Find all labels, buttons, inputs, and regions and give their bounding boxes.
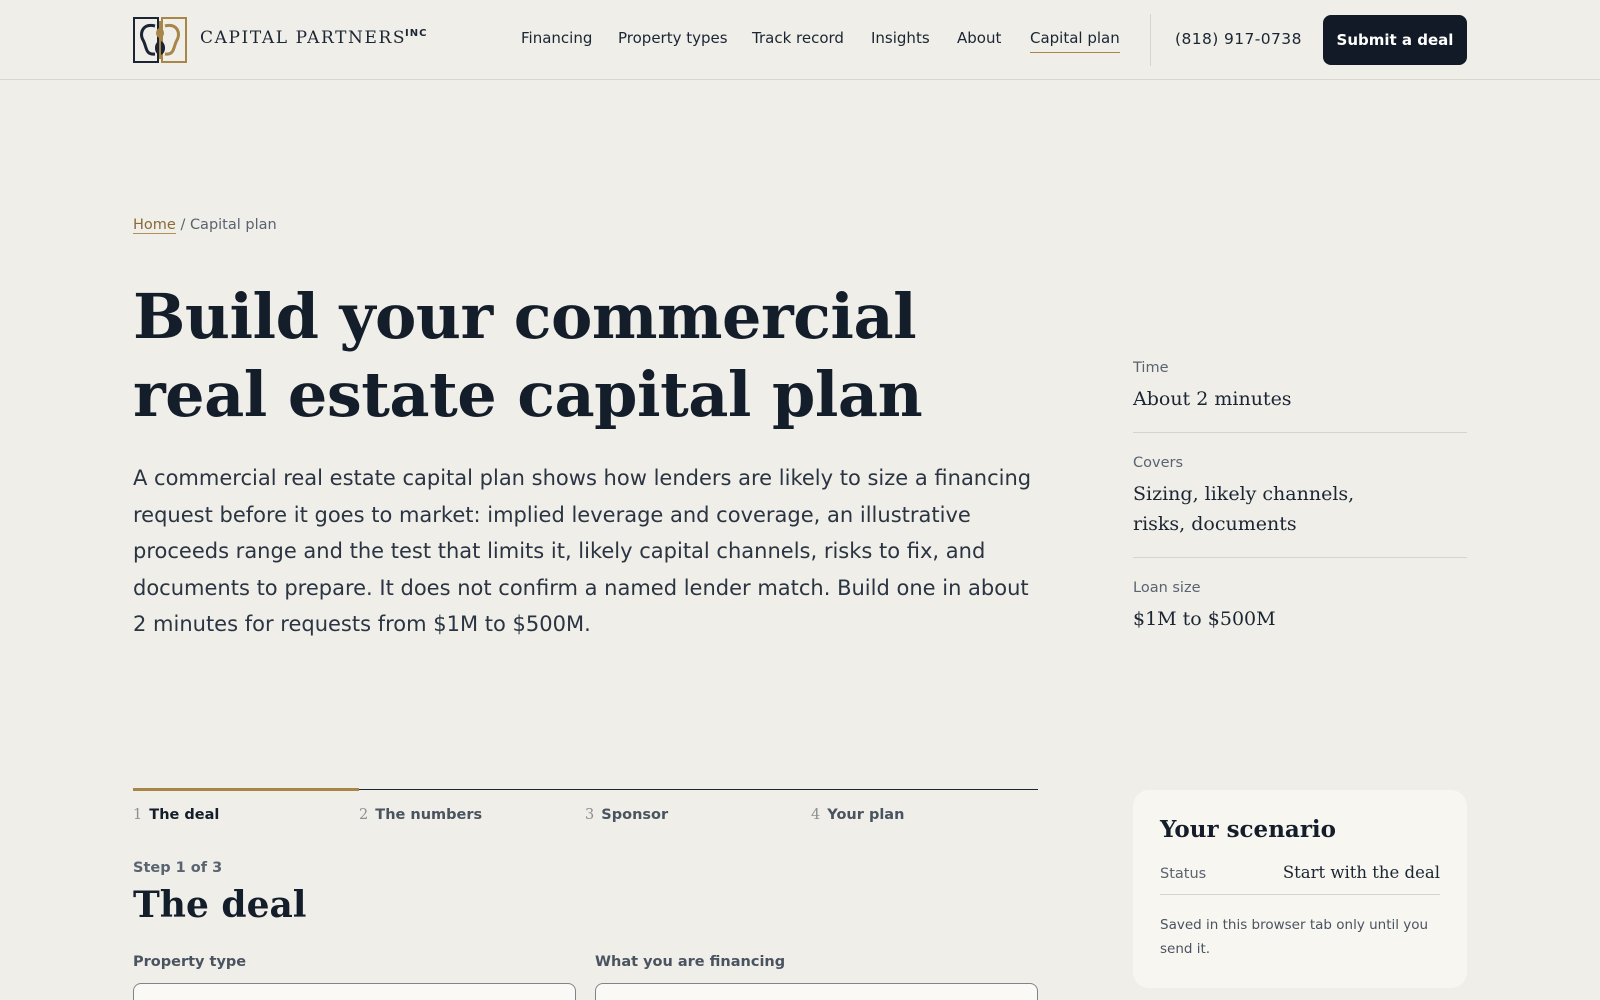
fact-label: Covers: [1133, 455, 1184, 471]
site-header: CAPITAL PARTNERS INC Financing Property …: [0, 0, 1600, 80]
page-description: A commercial real estate capital plan sh…: [133, 466, 1032, 636]
fact-value: Sizing, likely channels, risks, document…: [1133, 483, 1355, 535]
breadcrumb-separator: /: [180, 217, 186, 233]
scenario-status-row: Status Start with the deal: [1160, 863, 1440, 895]
breadcrumb-current: Capital plan: [189, 217, 277, 233]
financing-purpose-select[interactable]: [595, 983, 1038, 1000]
step-number: 1: [133, 807, 143, 823]
brand-suffix: INC: [405, 28, 428, 39]
breadcrumb: Home / Capital plan: [133, 217, 277, 234]
nav-capital-plan[interactable]: Capital plan: [1030, 29, 1120, 53]
fact-loan-size: Loan size $1M to $500M: [1133, 580, 1467, 652]
fact-value: $1M to $500M: [1133, 608, 1276, 630]
fact-label: Loan size: [1133, 580, 1201, 596]
step-number: 2: [359, 807, 369, 823]
nav-insights[interactable]: Insights: [871, 29, 930, 47]
page-title-line-1: Build your commercial: [133, 280, 917, 353]
financing-purpose-label: What you are financing: [595, 954, 786, 970]
step-the-numbers[interactable]: 2 The numbers: [359, 807, 482, 823]
scenario-card: Your scenario Status Start with the deal…: [1133, 790, 1467, 988]
property-type-label: Property type: [133, 954, 247, 970]
submit-deal-button[interactable]: Submit a deal: [1323, 15, 1467, 65]
step-label: The numbers: [375, 807, 483, 823]
scenario-status-value: Start with the deal: [1282, 863, 1440, 882]
fact-label: Time: [1133, 360, 1169, 376]
step-label: Your plan: [827, 807, 905, 823]
step-sponsor[interactable]: 3 Sponsor: [585, 807, 668, 823]
steps-progress-bar: [133, 788, 360, 791]
step-label: The deal: [149, 807, 220, 823]
fact-value: About 2 minutes: [1133, 388, 1292, 410]
step-your-plan[interactable]: 4 Your plan: [811, 807, 904, 823]
step-the-deal[interactable]: 1 The deal: [133, 807, 219, 823]
nav-about[interactable]: About: [957, 29, 1001, 47]
nav-divider: [1150, 14, 1151, 66]
scenario-note: Saved in this browser tab only until you…: [1160, 917, 1429, 957]
scenario-title: Your scenario: [1160, 816, 1337, 843]
fact-time: Time About 2 minutes: [1133, 360, 1467, 433]
nav-financing[interactable]: Financing: [521, 29, 592, 47]
step-label: Sponsor: [601, 807, 669, 823]
logo-icon[interactable]: [133, 17, 187, 63]
page-title: Build your commercial real estate capita…: [133, 278, 953, 434]
step-number: 4: [811, 807, 821, 823]
step-count: Step 1 of 3: [133, 860, 223, 876]
phone-link[interactable]: (818) 917-0738: [1175, 30, 1302, 48]
page-title-line-2: real estate capital plan: [133, 358, 923, 431]
nav-property-types[interactable]: Property types: [618, 29, 728, 47]
nav-track-record[interactable]: Track record: [752, 29, 844, 47]
step-number: 3: [585, 807, 595, 823]
plan-facts: Time About 2 minutes Covers Sizing, like…: [1133, 360, 1467, 674]
property-type-select[interactable]: [133, 983, 576, 1000]
scenario-status-label: Status: [1160, 866, 1207, 882]
fact-covers: Covers Sizing, likely channels, risks, d…: [1133, 455, 1467, 558]
brand-name[interactable]: CAPITAL PARTNERS: [200, 28, 406, 48]
step-title: The deal: [133, 884, 307, 926]
breadcrumb-home[interactable]: Home: [133, 217, 176, 234]
